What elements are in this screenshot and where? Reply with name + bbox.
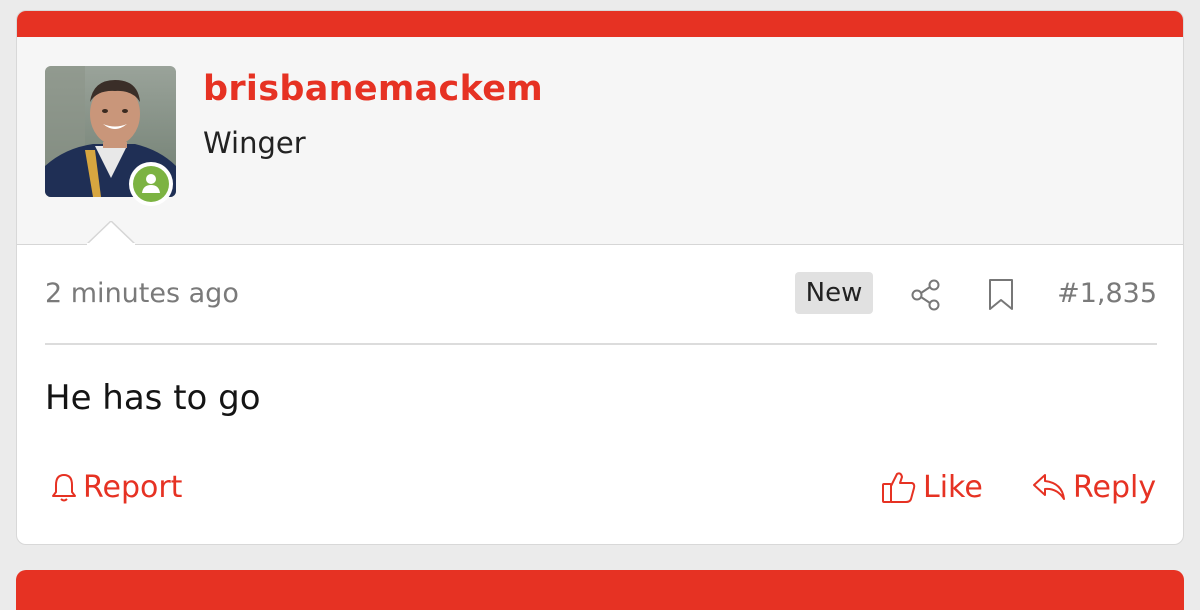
reply-button[interactable]: Reply bbox=[1031, 467, 1156, 507]
post-timestamp[interactable]: 2 minutes ago bbox=[45, 278, 239, 309]
avatar-container[interactable] bbox=[45, 66, 176, 206]
online-status-badge bbox=[129, 162, 173, 206]
reply-label: Reply bbox=[1073, 469, 1157, 505]
forum-post: brisbanemackem Winger 2 minutes ago New … bbox=[16, 10, 1184, 545]
report-label: Report bbox=[83, 469, 183, 505]
bookmark-icon[interactable] bbox=[987, 278, 1015, 312]
user-block: brisbanemackem Winger bbox=[17, 37, 1183, 245]
post-number-link[interactable]: #1,835 bbox=[1057, 278, 1157, 309]
post-header-bar bbox=[17, 11, 1183, 37]
meta-divider bbox=[45, 343, 1157, 345]
user-block-pointer bbox=[87, 221, 135, 245]
next-post-header-bar bbox=[16, 570, 1184, 610]
post-message: He has to go bbox=[45, 378, 261, 418]
like-label: Like bbox=[923, 469, 983, 505]
share-icon[interactable] bbox=[909, 278, 943, 312]
reply-icon bbox=[1033, 474, 1065, 500]
like-button[interactable]: Like bbox=[881, 467, 983, 507]
new-badge: New bbox=[795, 272, 873, 314]
thumbs-up-icon bbox=[882, 472, 916, 503]
report-button[interactable]: Report bbox=[51, 467, 182, 507]
post-meta: 2 minutes ago New #1,835 bbox=[45, 272, 1157, 320]
username-link[interactable]: brisbanemackem bbox=[203, 69, 543, 109]
bell-icon bbox=[52, 474, 76, 502]
online-user-icon bbox=[133, 166, 169, 202]
user-title: Winger bbox=[203, 126, 306, 160]
